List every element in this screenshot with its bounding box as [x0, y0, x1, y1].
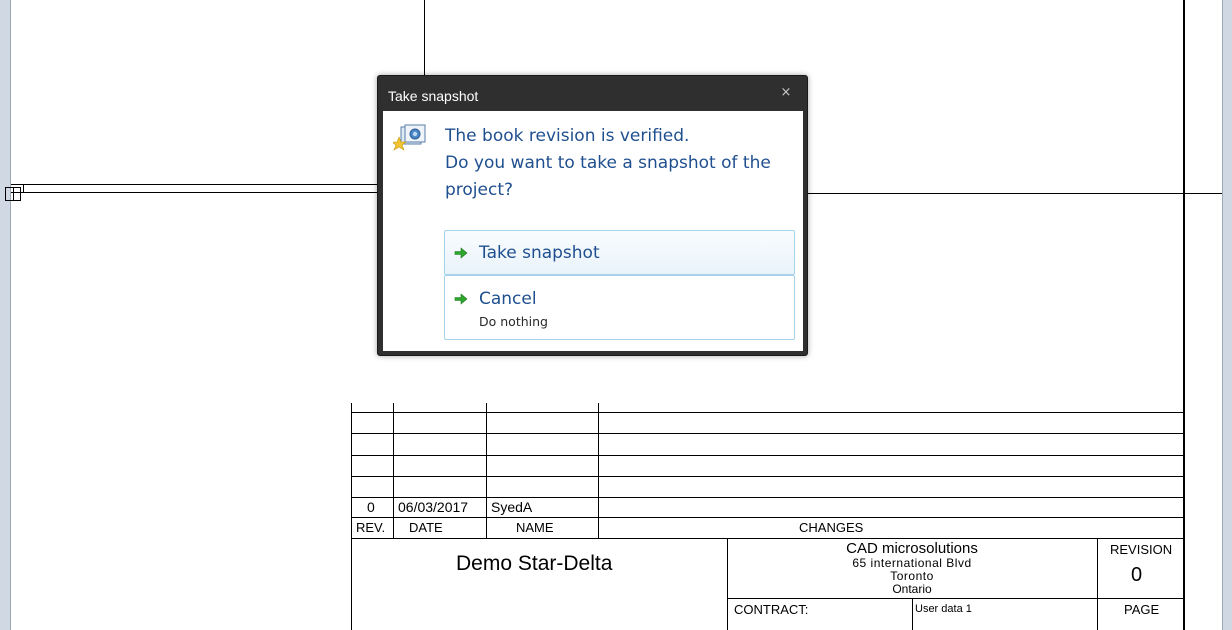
- page-label: PAGE: [1124, 602, 1160, 617]
- message-line-2: Do you want to take a snapshot of the: [445, 153, 771, 173]
- revision-label: REVISION: [1110, 542, 1173, 557]
- user-data-label: User data 1: [915, 603, 972, 615]
- company-block: CAD microsolutions 65 international Blvd…: [727, 541, 1097, 596]
- tb-line: [351, 433, 1184, 434]
- cancel-sublabel: Do nothing: [479, 314, 548, 329]
- message-line-1: The book revision is verified.: [445, 126, 690, 146]
- tb-line: [351, 497, 1184, 498]
- date-cell: 06/03/2017: [398, 499, 469, 515]
- message-line-3: project?: [445, 180, 514, 200]
- contract-label: CONTRACT:: [734, 602, 809, 617]
- tb-line: [351, 476, 1184, 477]
- project-title: Demo Star-Delta: [456, 552, 613, 575]
- tb-line: [351, 455, 1184, 456]
- revision-value: 0: [1131, 564, 1143, 586]
- green-arrow-icon: [454, 247, 468, 259]
- green-arrow-icon: [454, 293, 468, 305]
- name-cell: SyedA: [491, 499, 533, 515]
- close-button[interactable]: ×: [778, 85, 794, 101]
- cancel-button[interactable]: Cancel Do nothing: [444, 275, 795, 340]
- tb-line: [727, 598, 1184, 599]
- cancel-label: Cancel: [479, 289, 537, 309]
- dialog-title: Take snapshot: [388, 88, 479, 104]
- dialog-body: The book revision is verified. Do you wa…: [383, 111, 803, 351]
- company-name: CAD microsolutions: [846, 540, 978, 557]
- rev-cell: 0: [367, 499, 375, 515]
- header-changes: CHANGES: [799, 520, 864, 535]
- take-snapshot-label: Take snapshot: [479, 243, 600, 263]
- tb-line: [351, 517, 1184, 518]
- tb-line: [1097, 538, 1098, 630]
- snapshot-camera-icon: [391, 123, 427, 155]
- tb-line: [351, 538, 1184, 539]
- tb-line: [912, 598, 913, 630]
- tb-line: [351, 412, 1184, 413]
- take-snapshot-dialog: Take snapshot × The book revision is ver…: [377, 75, 808, 356]
- take-snapshot-button[interactable]: Take snapshot: [444, 230, 795, 275]
- header-rev: REV.: [356, 520, 386, 535]
- company-province: Ontario: [892, 582, 932, 596]
- header-name: NAME: [516, 520, 554, 535]
- header-date: DATE: [409, 520, 443, 535]
